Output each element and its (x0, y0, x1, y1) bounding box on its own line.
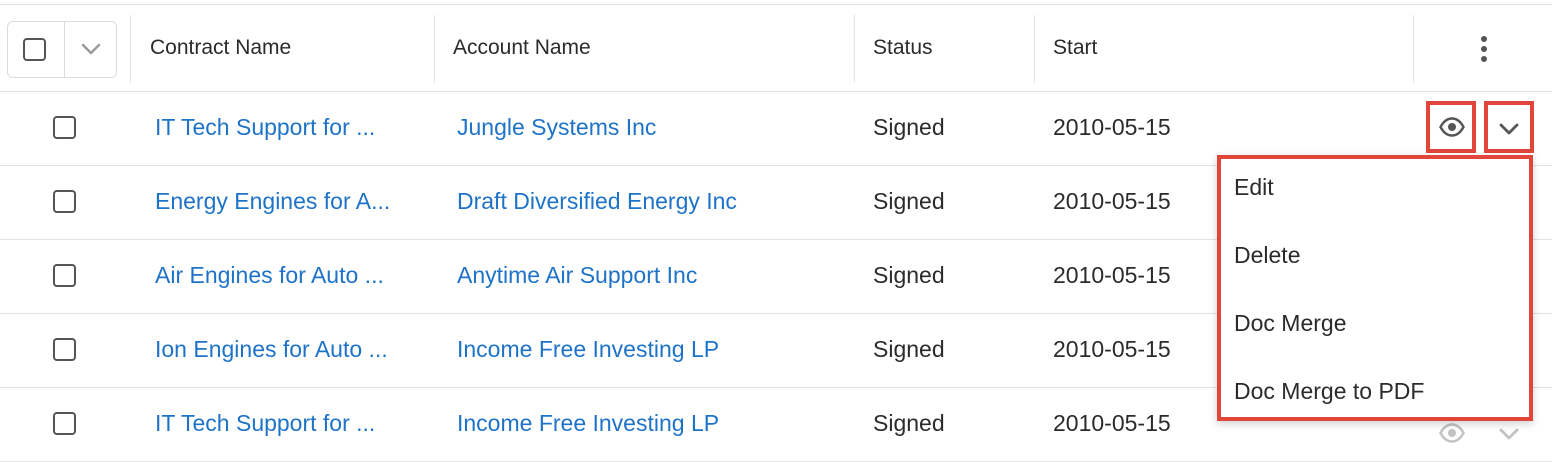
contract-name-link[interactable]: IT Tech Support for ... (155, 113, 375, 141)
eye-icon (1439, 423, 1465, 443)
menu-item-doc-merge[interactable]: Doc Merge (1234, 309, 1346, 337)
status-cell: Signed (873, 262, 945, 288)
row-dropdown-button[interactable] (1484, 101, 1534, 153)
account-name-link[interactable]: Anytime Air Support Inc (457, 261, 697, 289)
row-checkbox[interactable] (53, 412, 76, 435)
start-date-cell: 2010-05-15 (1053, 410, 1171, 436)
start-date-cell: 2010-05-15 (1053, 262, 1171, 288)
column-header-start[interactable]: Start (1053, 35, 1097, 61)
row-checkbox[interactable] (53, 264, 76, 287)
account-name-link[interactable]: Income Free Investing LP (457, 409, 719, 437)
start-date-cell: 2010-05-15 (1053, 188, 1171, 214)
status-cell: Signed (873, 188, 945, 214)
row-checkbox[interactable] (53, 338, 76, 361)
contract-name-link[interactable]: IT Tech Support for ... (155, 409, 375, 437)
status-cell: Signed (873, 410, 945, 436)
start-date-cell: 2010-05-15 (1053, 114, 1171, 140)
account-name-link[interactable]: Jungle Systems Inc (457, 113, 656, 141)
eye-icon (1439, 117, 1465, 137)
row-actions-menu: Edit Delete Doc Merge Doc Merge to PDF (1217, 155, 1533, 421)
select-all-checkbox[interactable] (23, 38, 46, 61)
column-separator[interactable] (130, 15, 131, 83)
column-header-contract-name[interactable]: Contract Name (150, 35, 291, 61)
account-name-link[interactable]: Income Free Investing LP (457, 335, 719, 363)
status-cell: Signed (873, 336, 945, 362)
column-separator[interactable] (1413, 15, 1414, 83)
menu-item-doc-merge-to-pdf[interactable]: Doc Merge to PDF (1234, 377, 1424, 405)
status-cell: Signed (873, 114, 945, 140)
chevron-down-icon (1499, 123, 1519, 135)
row-checkbox[interactable] (53, 116, 76, 139)
column-separator[interactable] (854, 15, 855, 83)
chevron-down-icon (1499, 428, 1519, 440)
contract-name-link[interactable]: Air Engines for Auto ... (155, 261, 384, 289)
chevron-down-icon[interactable] (80, 42, 102, 56)
column-header-status[interactable]: Status (873, 35, 933, 61)
column-separator[interactable] (1034, 15, 1035, 83)
mass-select-divider (64, 22, 65, 77)
kebab-icon[interactable] (1474, 35, 1494, 65)
preview-button[interactable] (1426, 101, 1476, 153)
contract-name-link[interactable]: Energy Engines for A... (155, 187, 390, 215)
row-checkbox[interactable] (53, 190, 76, 213)
menu-item-delete[interactable]: Delete (1234, 241, 1300, 269)
column-header-account-name[interactable]: Account Name (453, 35, 591, 61)
start-date-cell: 2010-05-15 (1053, 336, 1171, 362)
contract-name-link[interactable]: Ion Engines for Auto ... (155, 335, 388, 363)
menu-item-edit[interactable]: Edit (1234, 173, 1274, 201)
account-name-link[interactable]: Draft Diversified Energy Inc (457, 187, 737, 215)
column-separator[interactable] (434, 15, 435, 83)
mass-select-control[interactable] (7, 21, 117, 78)
list-header: Contract Name Account Name Status Start (0, 5, 1552, 92)
